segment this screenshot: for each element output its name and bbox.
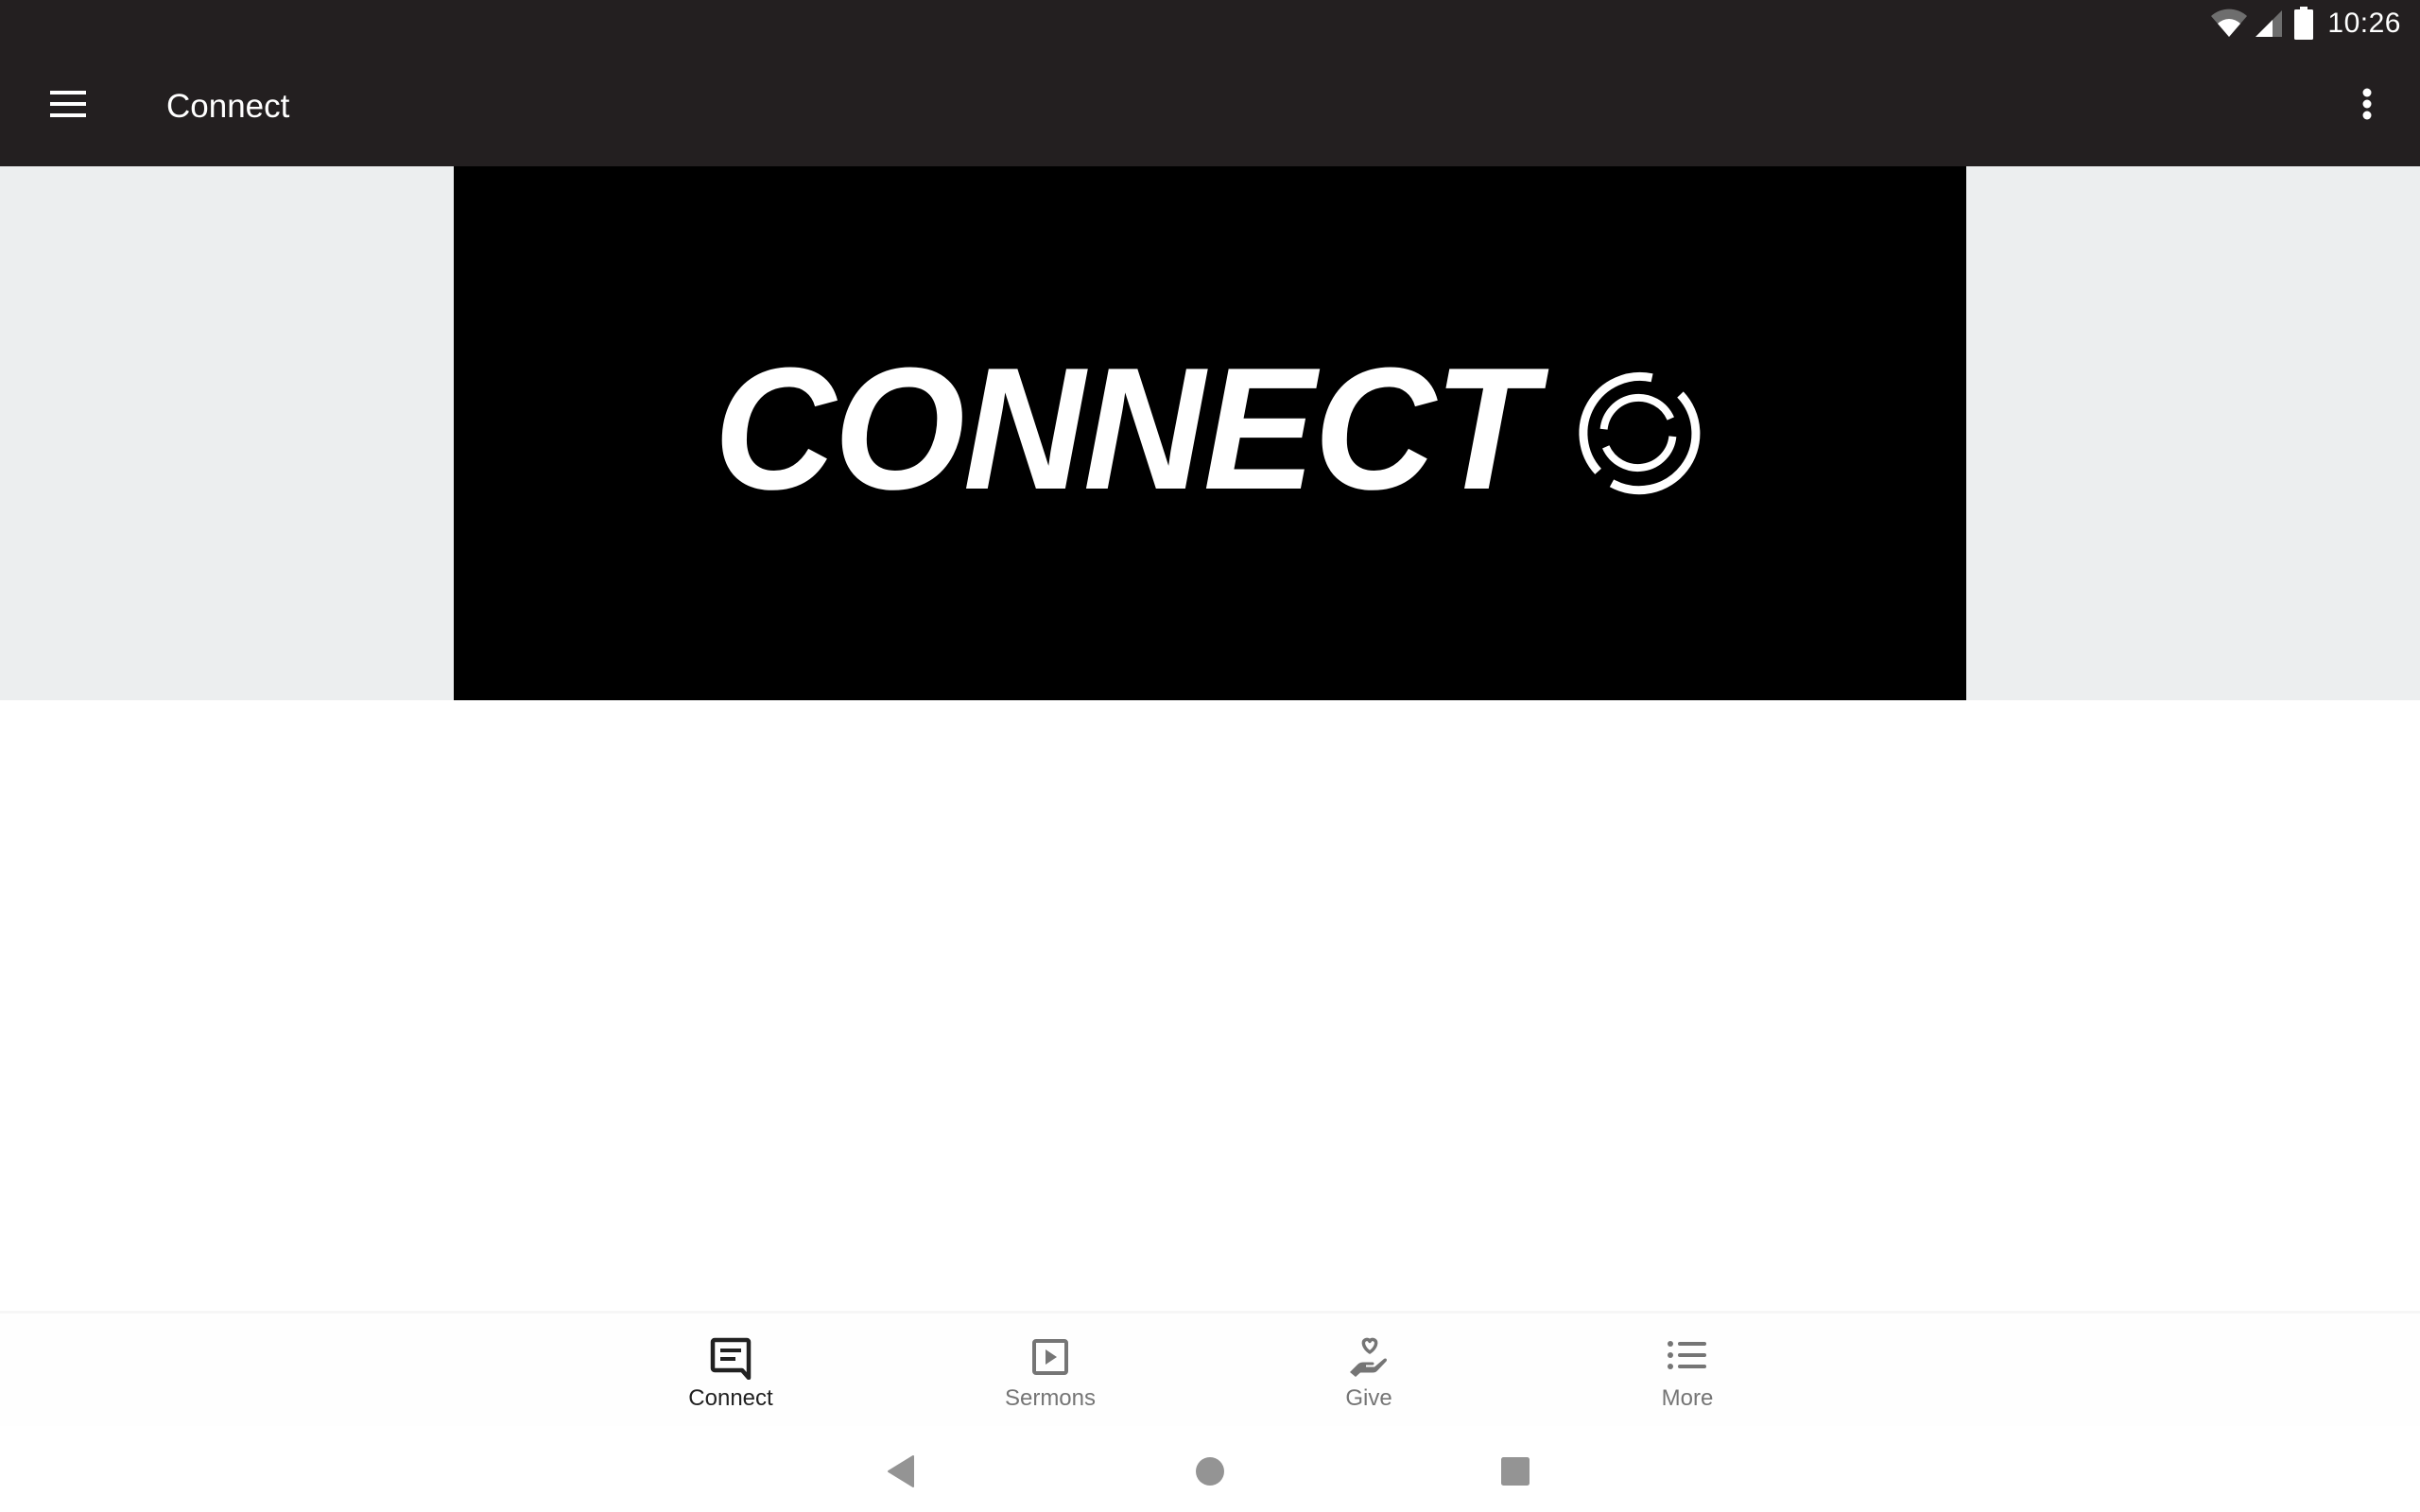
bottom-nav-label: More (1661, 1385, 1714, 1411)
wifi-icon (2210, 9, 2248, 39)
navigation-menu-button[interactable] (38, 76, 98, 136)
play-box-icon (1028, 1334, 1073, 1380)
status-clock: 10:26 (2327, 8, 2401, 39)
bottom-nav-label: Connect (688, 1385, 773, 1411)
cellular-signal-icon (2254, 9, 2284, 39)
content-area (0, 700, 2420, 1311)
overflow-menu-button[interactable] (2337, 76, 2397, 136)
page-title: Connect (166, 88, 290, 125)
app-toolbar: Connect (0, 47, 2420, 166)
bottom-nav-sermons[interactable]: Sermons (956, 1314, 1145, 1429)
connect-banner[interactable]: CONNECT (454, 166, 1966, 700)
bottom-nav-label: Sermons (1004, 1385, 1097, 1411)
system-recents-button[interactable] (1487, 1445, 1544, 1502)
heart-hand-icon (1346, 1334, 1392, 1380)
bottom-nav-label: Give (1345, 1385, 1392, 1411)
concentric-rings-logo-icon (1574, 369, 1703, 502)
back-triangle-icon (886, 1454, 916, 1493)
recents-square-icon (1500, 1456, 1530, 1491)
bottom-nav-give[interactable]: Give (1274, 1314, 1463, 1429)
system-navigation-bar (0, 1426, 2420, 1512)
home-circle-icon (1195, 1456, 1225, 1491)
system-home-button[interactable] (1182, 1445, 1238, 1502)
battery-icon (2293, 7, 2314, 41)
hero-section: CONNECT (0, 166, 2420, 700)
bottom-navigation: Connect Sermons Give More (0, 1311, 2420, 1429)
system-back-button[interactable] (873, 1445, 929, 1502)
bottom-nav-more[interactable]: More (1593, 1314, 1782, 1429)
chat-message-icon (708, 1334, 753, 1381)
status-icons: 10:26 (2210, 0, 2401, 47)
bottom-nav-connect[interactable]: Connect (636, 1314, 825, 1429)
status-bar: 10:26 (0, 0, 2420, 47)
list-icon (1665, 1334, 1710, 1380)
more-vertical-icon (2361, 87, 2373, 126)
banner-title: CONNECT (714, 331, 1537, 525)
hamburger-menu-icon (50, 90, 86, 122)
